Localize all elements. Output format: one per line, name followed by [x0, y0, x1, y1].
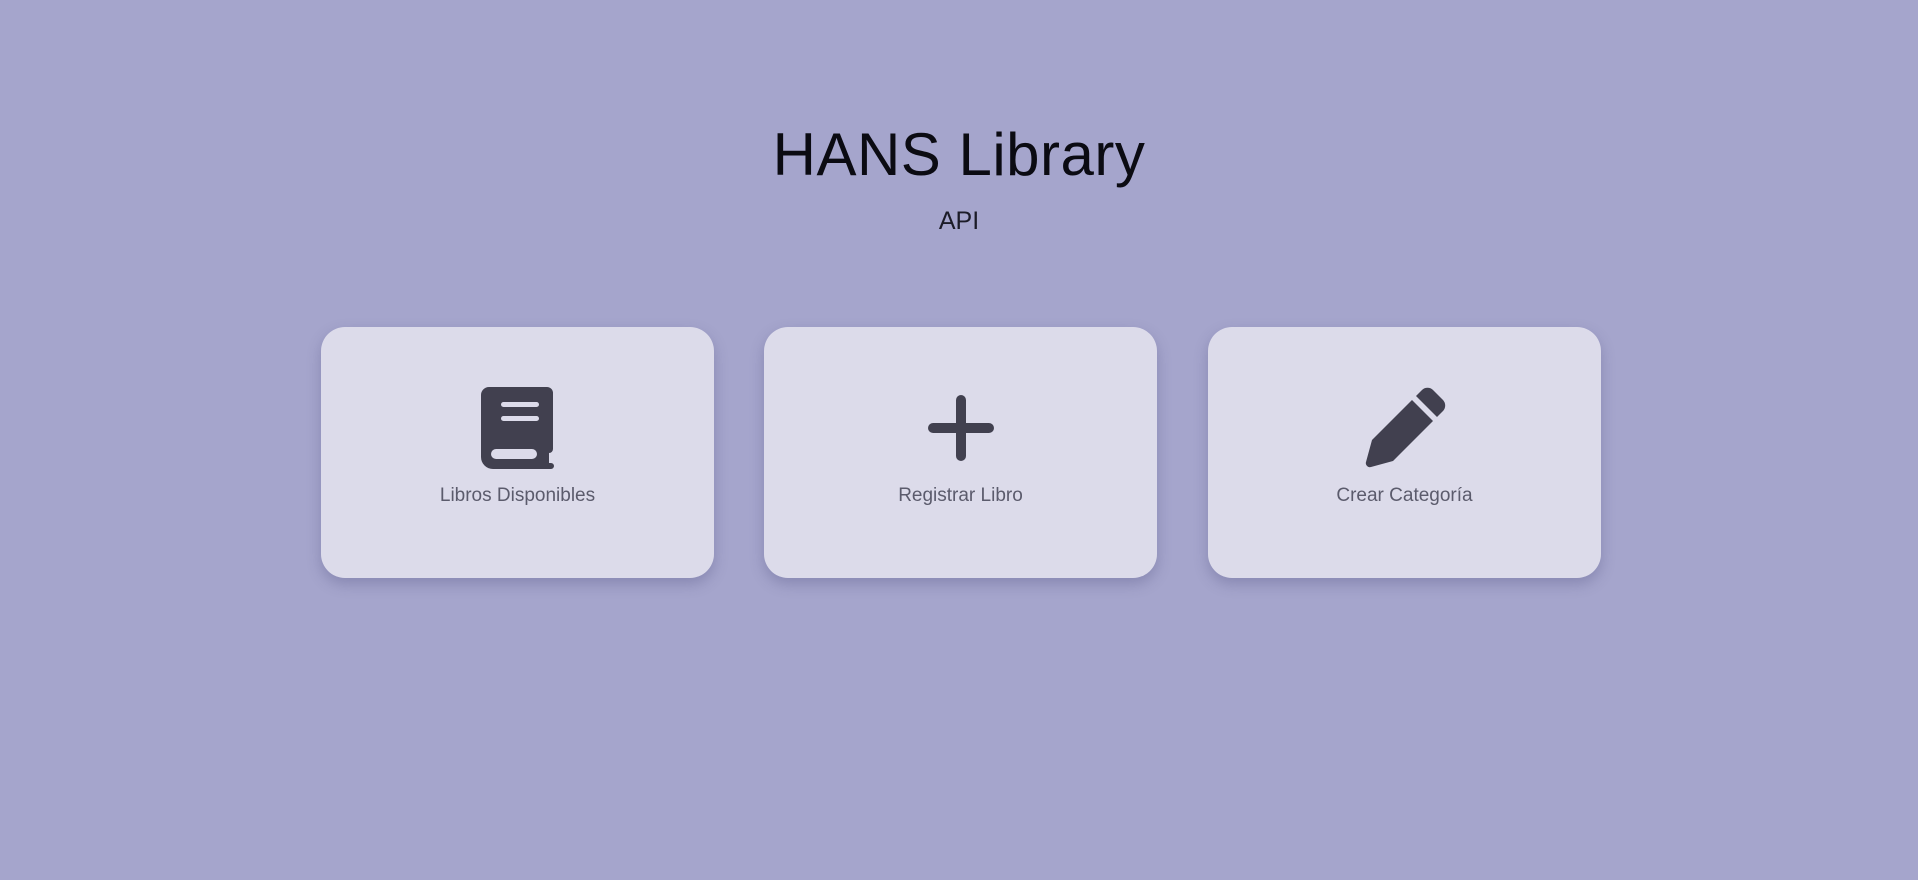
- libros-disponibles-card[interactable]: Libros Disponibles: [321, 327, 714, 578]
- book-icon: [475, 385, 561, 471]
- card-label-crear-categoria: Crear Categoría: [1336, 485, 1473, 506]
- card-grid: Libros Disponibles Registrar Libro Crear…: [0, 0, 1918, 880]
- card-label-registrar: Registrar Libro: [898, 485, 1023, 506]
- crear-categoria-card[interactable]: Crear Categoría: [1208, 327, 1601, 578]
- registrar-libro-card[interactable]: Registrar Libro: [764, 327, 1157, 578]
- card-label-libros: Libros Disponibles: [439, 485, 596, 506]
- page: HANS Library API Libros Disponibles Regi…: [0, 0, 1918, 880]
- pencil-icon: [1362, 385, 1448, 471]
- plus-icon: [918, 385, 1004, 471]
